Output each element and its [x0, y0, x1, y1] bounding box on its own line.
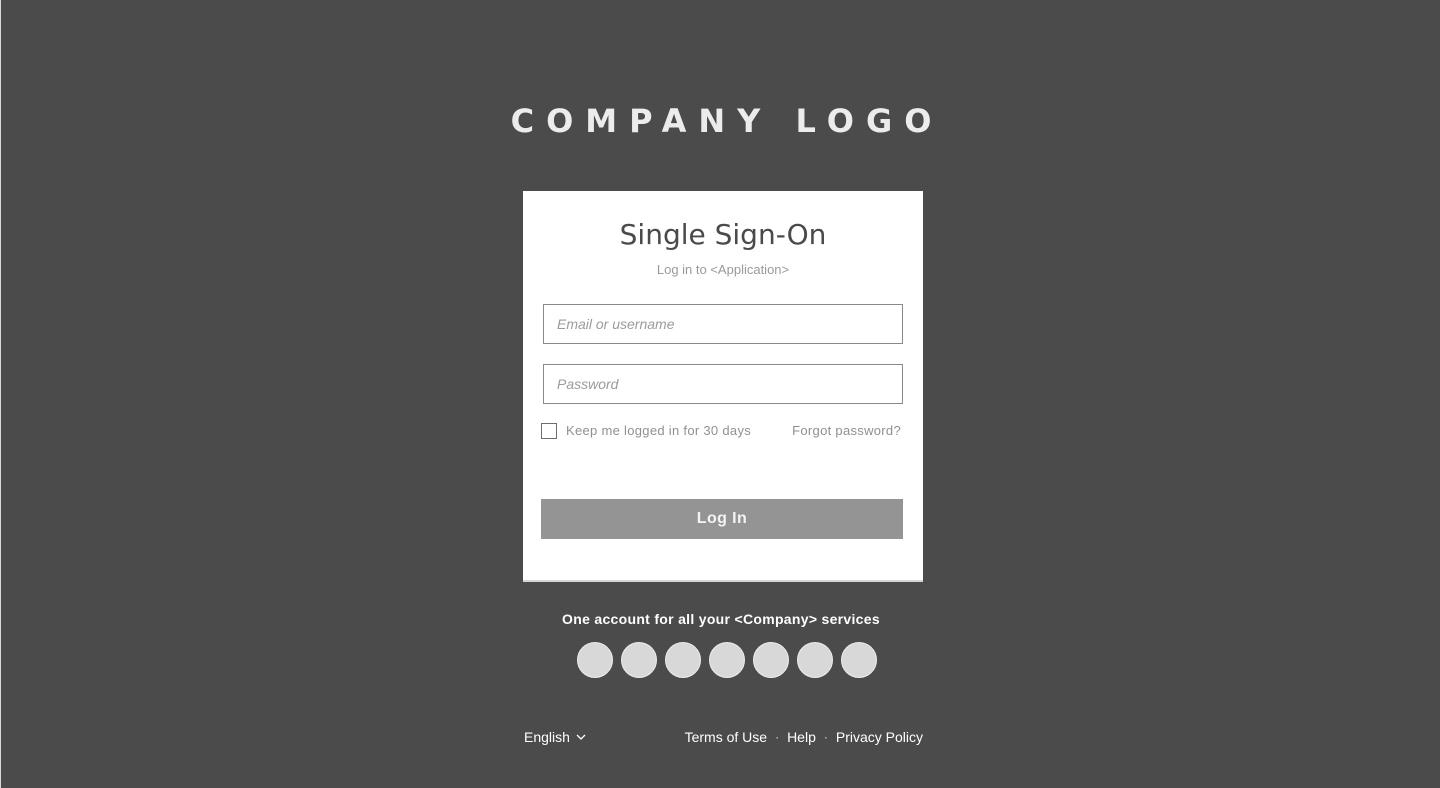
- footer-separator: ·: [823, 730, 828, 744]
- password-field[interactable]: [543, 364, 903, 404]
- forgot-password-link[interactable]: Forgot password?: [792, 423, 901, 438]
- chevron-down-icon: [576, 734, 586, 740]
- service-icon[interactable]: [621, 642, 657, 678]
- login-page: COMPANY LOGO Single Sign-On Log in to <A…: [0, 0, 1440, 788]
- service-icon[interactable]: [841, 642, 877, 678]
- email-field[interactable]: [543, 304, 903, 344]
- terms-link[interactable]: Terms of Use: [685, 729, 767, 745]
- service-icon[interactable]: [797, 642, 833, 678]
- service-icon[interactable]: [665, 642, 701, 678]
- card-subtitle: Log in to <Application>: [656, 262, 790, 277]
- login-button[interactable]: Log In: [541, 499, 903, 539]
- service-icons: [577, 642, 877, 678]
- service-icon[interactable]: [577, 642, 613, 678]
- remember-row: Keep me logged in for 30 days Forgot pas…: [541, 422, 903, 440]
- help-link[interactable]: Help: [787, 729, 816, 745]
- remember-label[interactable]: Keep me logged in for 30 days: [566, 423, 751, 438]
- service-icon[interactable]: [753, 642, 789, 678]
- footer-separator: ·: [775, 730, 780, 744]
- privacy-link[interactable]: Privacy Policy: [836, 729, 923, 745]
- company-logo: COMPANY LOGO: [510, 102, 944, 140]
- footer-links: Terms of Use · Help · Privacy Policy: [685, 729, 923, 745]
- services-tagline: One account for all your <Company> servi…: [562, 611, 880, 627]
- remember-checkbox[interactable]: [541, 423, 557, 439]
- language-selector[interactable]: English: [524, 729, 586, 745]
- service-icon[interactable]: [709, 642, 745, 678]
- card-title: Single Sign-On: [619, 218, 827, 251]
- language-label: English: [524, 729, 570, 745]
